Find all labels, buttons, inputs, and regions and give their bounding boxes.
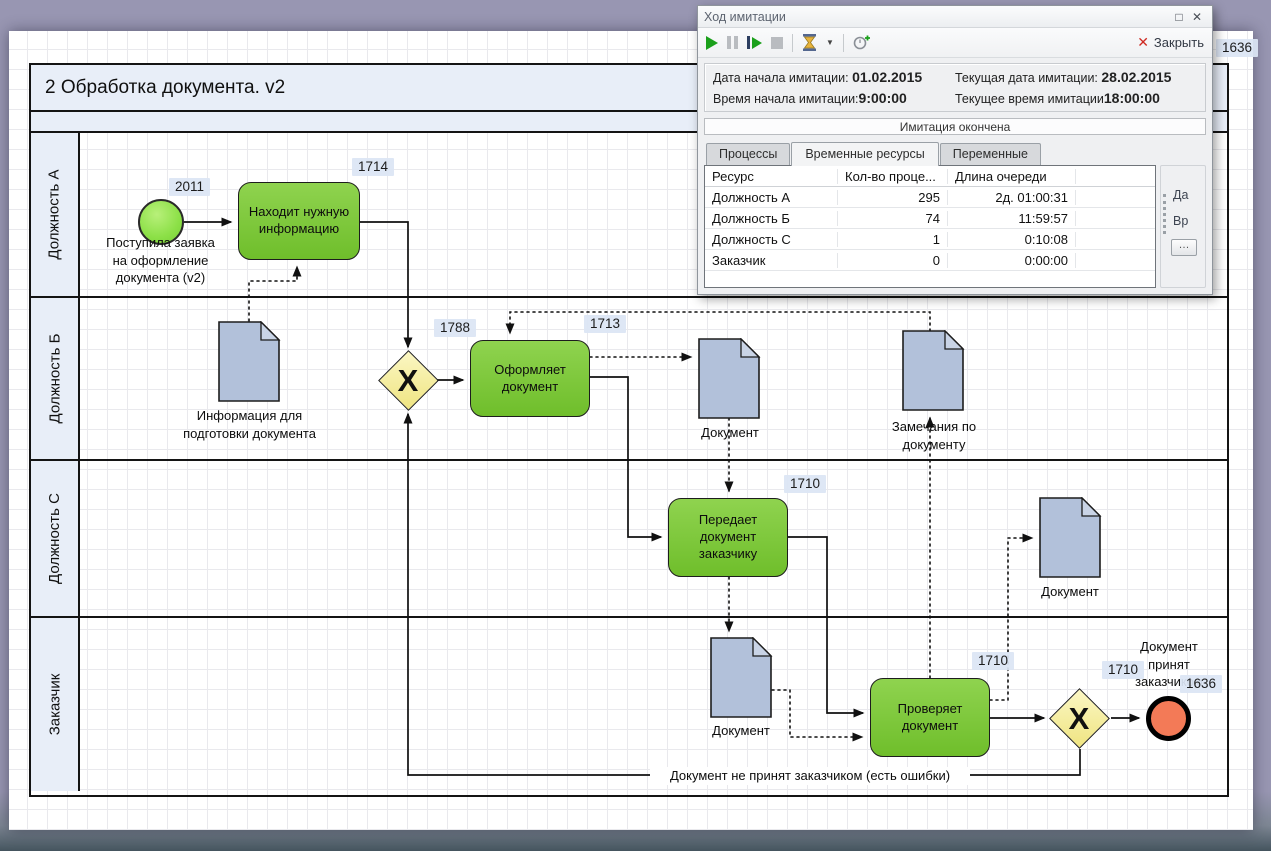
doc-remarks-label: Замечания по документу [878, 418, 990, 453]
close-simulation-button[interactable]: ✕ Закрыть [1137, 34, 1204, 51]
badge-task-pass: 1710 [784, 475, 826, 493]
table-row[interactable]: Заказчик 0 0:00:00 [705, 250, 1155, 271]
desktop-background: 2 Обработка документа. v2 Должность А До… [0, 0, 1271, 851]
dialog-titlebar[interactable]: Ход имитации □ ✕ [698, 6, 1212, 28]
step-icon[interactable] [747, 36, 762, 49]
badge-gateway2: 1710 [1102, 661, 1144, 679]
tab-time-resources[interactable]: Временные ресурсы [791, 142, 938, 166]
doc-customer-label: Документ [705, 722, 777, 740]
dialog-tab-content: Ресурс Кол-во проце... Длина очереди Дол… [704, 165, 1206, 288]
panel-splitter-handle[interactable] [1163, 194, 1166, 234]
side-label-time: Вр [1173, 214, 1188, 228]
badge-end: 1636 [1180, 675, 1222, 693]
table-row[interactable]: Должность Б 74 11:59:57 [705, 208, 1155, 229]
edge-find-to-gateway1[interactable] [360, 222, 408, 347]
gateway2-x-symbol: X [1049, 703, 1109, 734]
close-icon[interactable]: ✕ [1188, 10, 1206, 24]
start-date-row: Дата начала имитации: 01.02.2015 [713, 69, 955, 85]
badge-doc-line: 1710 [972, 652, 1014, 670]
current-date-value: 28.02.2015 [1101, 69, 1171, 85]
task-find-info[interactable]: Находит нужную информацию [238, 182, 360, 260]
start-event-label: Поступила заявка на оформление документа… [103, 234, 218, 287]
badge-task-find: 1714 [352, 158, 394, 176]
side-label-date: Да [1173, 188, 1188, 202]
pause-icon[interactable] [727, 36, 738, 49]
col-process-count[interactable]: Кол-во проце... [838, 169, 948, 184]
badge-task-issue: 1713 [584, 315, 626, 333]
hourglass-icon[interactable] [802, 34, 817, 51]
edge-pass-to-check[interactable] [788, 537, 863, 713]
close-x-icon: ✕ [1137, 34, 1149, 51]
toolbar-separator [792, 34, 793, 52]
task-check-document[interactable]: Проверяет документ [870, 678, 990, 757]
flow-remarks-to-issue[interactable] [510, 312, 930, 333]
flow-check-to-docc[interactable] [990, 538, 1032, 700]
dialog-toolbar: ▼ ✕ Закрыть [698, 28, 1212, 58]
toolbar-separator2 [843, 34, 844, 52]
flow-docinfo-to-find[interactable] [249, 267, 297, 321]
side-panel-ellipsis-button[interactable]: … [1171, 239, 1197, 256]
add-timer-icon[interactable] [853, 34, 871, 51]
doc-remarks-shape[interactable] [902, 330, 965, 412]
close-button-label: Закрыть [1154, 35, 1204, 50]
dialog-title: Ход имитации [704, 10, 786, 24]
current-time-row: Текущее время имитации18:00:00 [955, 90, 1197, 106]
doc-customer-shape[interactable] [710, 637, 773, 719]
floating-badge-1636: 1636 [1216, 39, 1258, 57]
gateway1-x-symbol: X [378, 365, 438, 396]
simulation-info-panel: Дата начала имитации: 01.02.2015 Текущая… [704, 63, 1206, 112]
badge-start: 2011 [169, 178, 210, 196]
task-pass-document[interactable]: Передает документ заказчику [668, 498, 788, 577]
play-icon[interactable] [706, 36, 718, 50]
simulation-dialog: Ход имитации □ ✕ ▼ ✕ [697, 5, 1213, 295]
stop-icon[interactable] [771, 37, 783, 49]
table-row[interactable]: Должность С 1 0:10:08 [705, 229, 1155, 250]
doc-c-label: Документ [1034, 583, 1106, 601]
task-issue-document[interactable]: Оформляет документ [470, 340, 590, 417]
dialog-tabs: Процессы Временные ресурсы Переменные [698, 138, 1212, 165]
doc-c-shape[interactable] [1039, 497, 1102, 579]
doc-b-shape[interactable] [698, 338, 761, 420]
simulation-status-bar: Имитация окончена [704, 118, 1206, 135]
maximize-icon[interactable]: □ [1170, 10, 1188, 24]
start-time-row: Время начала имитации:9:00:00 [713, 90, 955, 106]
doc-info-label: Информация для подготовки документа [178, 407, 321, 442]
doc-info-shape[interactable] [218, 321, 281, 403]
hourglass-dropdown-icon[interactable]: ▼ [826, 38, 834, 47]
end-event[interactable] [1146, 696, 1191, 741]
resources-table[interactable]: Ресурс Кол-во проце... Длина очереди Дол… [704, 165, 1156, 288]
edge-issue-to-pass[interactable] [590, 377, 661, 537]
loop-edge-label: Документ не принят заказчиком (есть ошиб… [650, 767, 970, 785]
start-date-value: 01.02.2015 [852, 69, 922, 85]
tab-variables[interactable]: Переменные [940, 143, 1041, 165]
table-row[interactable]: Должность А 295 2д. 01:00:31 [705, 187, 1155, 208]
tab-processes[interactable]: Процессы [706, 143, 790, 165]
dialog-side-panel: Да Вр … [1160, 165, 1206, 288]
badge-gateway1: 1788 [434, 319, 476, 337]
col-resource[interactable]: Ресурс [705, 169, 838, 184]
table-header-row[interactable]: Ресурс Кол-во проце... Длина очереди [705, 166, 1155, 187]
start-time-value: 9:00:00 [859, 90, 907, 106]
doc-b-label: Документ [694, 424, 766, 442]
col-queue-length[interactable]: Длина очереди [948, 169, 1076, 184]
current-time-value: 18:00:00 [1104, 90, 1160, 106]
current-date-row: Текущая дата имитации: 28.02.2015 [955, 69, 1197, 85]
